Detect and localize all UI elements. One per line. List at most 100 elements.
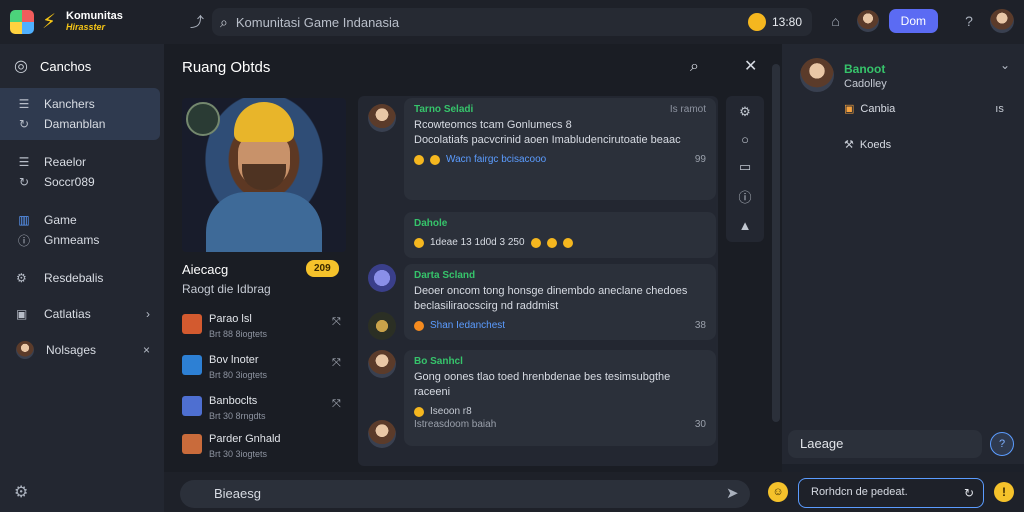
- message-avatar[interactable]: [368, 312, 396, 340]
- reaction-counts: 1deae 13 1d0d 3 250: [430, 237, 525, 248]
- home-icon[interactable]: ⌂: [825, 10, 847, 32]
- search-icon[interactable]: ⌕: [690, 58, 699, 76]
- sidebar-item-game[interactable]: ▥ Game ⓘ Gnmeams: [0, 204, 164, 256]
- chat-icon[interactable]: ▭: [739, 159, 751, 175]
- profile-name[interactable]: Banoot: [844, 62, 885, 76]
- emoji-icon[interactable]: [546, 237, 557, 248]
- settings-icon[interactable]: ⚙: [14, 482, 28, 502]
- shuffle-icon[interactable]: ⤧: [332, 398, 341, 411]
- emoji-icon[interactable]: [562, 237, 573, 248]
- profile-avatar[interactable]: [800, 58, 834, 92]
- message-author[interactable]: Darta Scland: [414, 270, 706, 281]
- tool-rail: ⚙ ○ ▭ ⓘ ▲: [726, 96, 764, 242]
- reaction-icon[interactable]: [414, 406, 424, 417]
- message-footer: Iseoon r8: [414, 406, 706, 417]
- language-field[interactable]: Laeage: [788, 430, 982, 458]
- scrollbar[interactable]: [772, 64, 780, 422]
- close-icon[interactable]: ×: [143, 343, 150, 357]
- refresh-icon[interactable]: ↻: [964, 486, 974, 500]
- sidebar-item-catlatias[interactable]: ▣ Catlatias ›: [0, 296, 164, 332]
- message-card[interactable]: Darta Scland Deoer oncom tong honsge din…: [404, 264, 716, 340]
- list-item[interactable]: Bov lnoter Brt 80 3iogtets ⤧: [182, 351, 348, 387]
- message-avatar[interactable]: [368, 420, 396, 448]
- sidebar-item-kanchers[interactable]: ☰ Kanchers ↻ Damanblan: [0, 88, 160, 140]
- sidebar-header[interactable]: ◎ Canchos: [0, 44, 164, 88]
- message-body: Rcowteomcs tcam Gonlumecs 8 Docolatiafs …: [414, 119, 681, 146]
- item-subtitle: Brt 88 8iogtets: [209, 329, 268, 339]
- reaction-card[interactable]: Dahole 1deae 13 1d0d 3 250: [404, 212, 716, 258]
- search-bar[interactable]: ⌕ Komunitasi Game Indanasia 13:80: [212, 8, 812, 36]
- search-input[interactable]: Komunitasi Game Indanasia: [236, 15, 399, 30]
- item-title: Banboclts: [209, 395, 258, 407]
- circle-icon[interactable]: ○: [741, 132, 749, 147]
- thread-link[interactable]: Shan Iedanchest: [430, 320, 505, 331]
- profile-row-label: Canbia: [860, 102, 896, 115]
- message-card[interactable]: Bo Sanhcl Gong oones tlao toed hrenbdena…: [404, 350, 716, 446]
- friend-avatar[interactable]: [856, 10, 879, 32]
- share-icon[interactable]: ⤴: [186, 11, 208, 33]
- emoji-icon[interactable]: [530, 237, 541, 248]
- brand-line1: Komunitas: [66, 10, 123, 22]
- item-thumbnail: [182, 434, 202, 454]
- message-input[interactable]: Bieaesg: [180, 480, 750, 508]
- chevron-right-icon[interactable]: ›: [146, 307, 150, 321]
- shuffle-icon[interactable]: ⤧: [332, 357, 341, 370]
- reply-count: 30: [694, 419, 706, 430]
- message-author[interactable]: Dahole: [414, 218, 706, 229]
- item-thumbnail: [182, 396, 202, 416]
- settings-icon[interactable]: ⚙: [739, 104, 751, 120]
- search-icon: ⌕: [220, 13, 228, 30]
- alert-icon[interactable]: !: [994, 482, 1014, 502]
- close-icon[interactable]: ✕: [744, 56, 757, 76]
- item-subtitle: Brt 30 3iogtets: [209, 449, 268, 459]
- sidebar-item-nolsages[interactable]: Nolsages ×: [0, 332, 164, 368]
- thread-link[interactable]: Wacn fairgc bcisacooo: [446, 154, 546, 165]
- reply-count: 38: [694, 320, 706, 331]
- message-card[interactable]: Tarno Seladi Is ramot Rcowteomcs tcam Go…: [404, 98, 716, 200]
- message-avatar[interactable]: [368, 350, 396, 378]
- reaction-icon[interactable]: [430, 154, 440, 165]
- shuffle-icon[interactable]: ⤧: [332, 316, 341, 329]
- brand[interactable]: ⚡ Komunitas Hirasster: [0, 10, 170, 34]
- profile-row-koeds[interactable]: ⚒ Koeds: [844, 138, 891, 152]
- message-avatar[interactable]: [368, 264, 396, 292]
- sidebar-item-resdebalis[interactable]: ⚙ Resdebalis: [0, 260, 164, 296]
- message-footer: Shan Iedanchest 38: [414, 320, 706, 331]
- message-meta: Is ramot: [669, 104, 706, 115]
- bottom-bar: ⊕ Bieaesg ➤ ☺ Rorhdcn de pedeat. ↻ !: [164, 472, 1024, 512]
- sidebar-item-sublabel: Damanblan: [44, 117, 106, 131]
- list-item[interactable]: Banboclts Brt 30 8rngdts ⤧: [182, 392, 348, 428]
- right-panel: Banoot Cadolley ⌄ ▣ Canbia ıs ⚒ Koeds: [782, 44, 1024, 464]
- message-avatar[interactable]: [368, 104, 396, 132]
- profile-row-canbia[interactable]: ▣ Canbia ıs: [844, 102, 1004, 116]
- sidebar-header-label: Canchos: [39, 58, 92, 74]
- info-icon[interactable]: ⓘ: [738, 187, 751, 206]
- thread-link[interactable]: Istreasdoom baiah: [414, 419, 496, 430]
- list-item[interactable]: Parder Gnhald Brt 30 3iogtets: [182, 430, 348, 466]
- list-item[interactable]: Parao lsl Brt 88 8iogtets ⤧: [182, 310, 348, 346]
- profile-avatar[interactable]: [990, 9, 1014, 33]
- item-thumbnail: [182, 314, 202, 334]
- emoji-icon[interactable]: [414, 237, 424, 248]
- sidebar-item-label: Catlatias: [44, 307, 91, 321]
- primary-button[interactable]: Dom: [888, 9, 938, 33]
- reply-input[interactable]: Rorhdcn de pedeat.: [798, 478, 984, 508]
- sidebar-item-label: Resdebalis: [44, 271, 104, 285]
- reaction-icon[interactable]: [414, 320, 424, 331]
- help-icon[interactable]: ?: [958, 10, 980, 32]
- emoji-icon[interactable]: ☺: [768, 482, 788, 502]
- warning-icon[interactable]: ▲: [739, 218, 752, 233]
- hero-beard: [242, 164, 286, 190]
- sidebar-item-reaelor[interactable]: ☰ Reaelor ↻ Soccr089: [0, 146, 164, 198]
- message-footer: Wacn fairgc bcisacooo 99: [414, 154, 706, 165]
- reaction-icon[interactable]: [414, 154, 424, 165]
- help-icon[interactable]: ?: [990, 432, 1014, 456]
- chevron-down-icon[interactable]: ⌄: [1000, 58, 1010, 72]
- sidebar-item-label: Nolsages: [46, 343, 97, 357]
- message-author[interactable]: Bo Sanhcl: [414, 356, 706, 367]
- stats-icon: ▥: [18, 213, 30, 227]
- send-icon[interactable]: ➤: [726, 484, 739, 502]
- game-cover-image: [182, 98, 346, 252]
- message-author[interactable]: Tarno Seladi: [414, 104, 706, 115]
- list-icon: ☰: [18, 97, 30, 111]
